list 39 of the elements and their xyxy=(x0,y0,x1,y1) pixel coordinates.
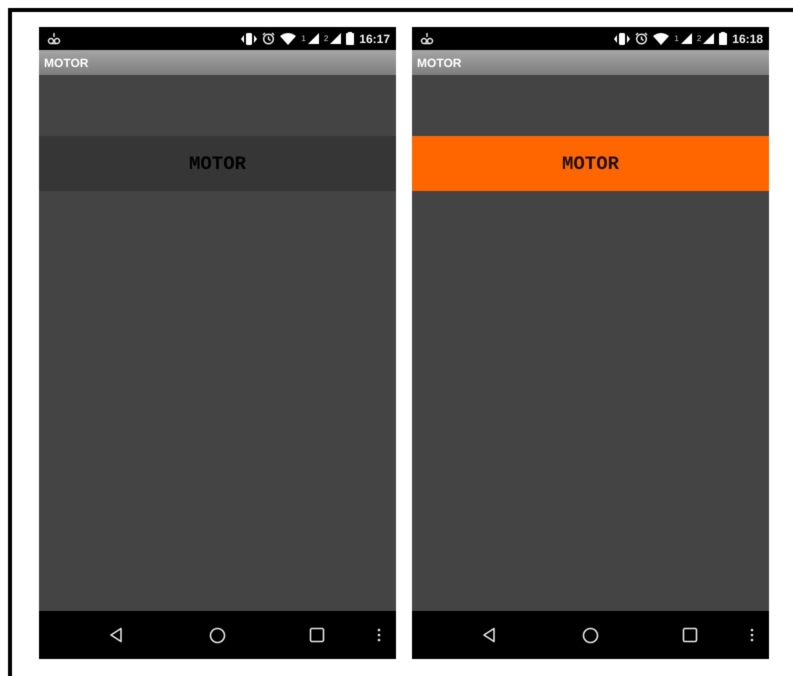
wifi-icon xyxy=(280,32,296,44)
back-icon xyxy=(482,627,496,643)
voicemail-icon xyxy=(47,32,61,46)
wifi-icon xyxy=(653,32,670,44)
signal-icon xyxy=(703,33,714,44)
status-time: 16:17 xyxy=(359,32,390,46)
back-icon xyxy=(109,627,123,643)
sim-number: 2 xyxy=(324,34,328,43)
battery-icon xyxy=(346,32,354,45)
motor-toggle-button[interactable]: MOTOR xyxy=(412,136,769,191)
alarm-clock-icon xyxy=(262,32,276,45)
recents-icon xyxy=(309,627,325,643)
recents-button[interactable] xyxy=(682,627,698,643)
more-options-icon xyxy=(750,628,754,642)
signal-icon xyxy=(330,33,342,44)
app-title: MOTOR xyxy=(44,56,88,70)
more-options-icon xyxy=(377,628,381,642)
sim-number: 1 xyxy=(301,34,306,43)
signal-icon xyxy=(308,33,319,44)
alarm-clock-icon xyxy=(635,32,648,45)
recents-icon xyxy=(682,627,698,643)
home-button[interactable] xyxy=(582,626,599,644)
status-time: 16:18 xyxy=(732,32,763,46)
sim-number: 2 xyxy=(696,34,702,43)
battery-icon xyxy=(719,32,728,45)
back-button[interactable] xyxy=(109,627,123,643)
back-button[interactable] xyxy=(482,627,496,643)
home-icon xyxy=(209,626,226,644)
home-icon xyxy=(582,626,599,644)
overflow-menu-button[interactable] xyxy=(377,628,381,642)
signal-icon xyxy=(680,33,692,44)
overflow-menu-button[interactable] xyxy=(750,628,754,642)
voicemail-icon xyxy=(420,32,434,46)
sim-number: 1 xyxy=(674,34,679,43)
vibrate-icon xyxy=(614,32,630,44)
home-button[interactable] xyxy=(209,626,226,644)
app-title: MOTOR xyxy=(417,56,462,70)
vibrate-icon xyxy=(241,32,258,44)
recents-button[interactable] xyxy=(309,627,325,643)
